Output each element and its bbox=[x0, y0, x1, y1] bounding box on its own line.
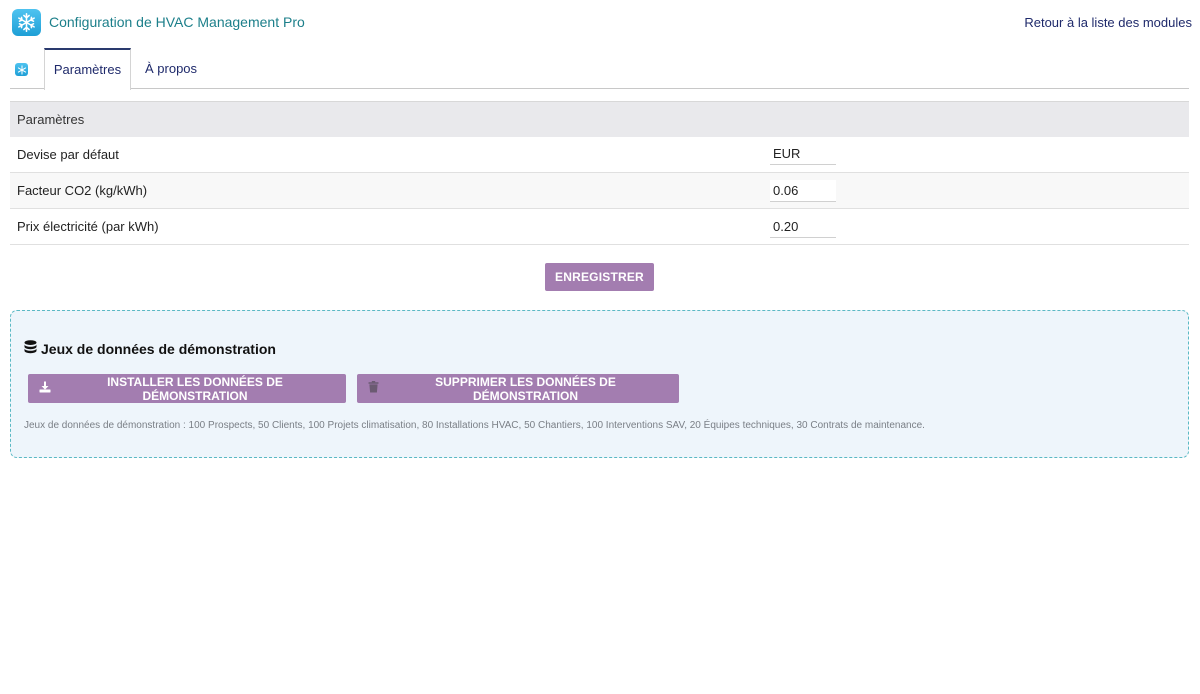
snowflake-icon bbox=[15, 63, 28, 76]
electricity-price-input[interactable] bbox=[770, 215, 836, 238]
demo-data-title: Jeux de données de démonstration bbox=[24, 340, 276, 358]
tab-parametres[interactable]: Paramètres bbox=[44, 48, 131, 90]
database-icon bbox=[24, 340, 37, 358]
settings-row-currency: Devise par défaut bbox=[10, 136, 1189, 173]
settings-row-electricity-price: Prix électricité (par kWh) bbox=[10, 208, 1189, 245]
tab-bar: Paramètres À propos bbox=[10, 48, 1189, 90]
currency-label: Devise par défaut bbox=[10, 136, 770, 173]
back-to-modules-link[interactable]: Retour à la liste des modules bbox=[1024, 15, 1192, 30]
co2-factor-label: Facteur CO2 (kg/kWh) bbox=[10, 172, 770, 209]
settings-section-title: Paramètres bbox=[10, 101, 1189, 137]
demo-data-panel: Jeux de données de démonstration INSTALL… bbox=[10, 310, 1189, 458]
settings-table: Paramètres Devise par défaut Facteur CO2… bbox=[10, 101, 1189, 245]
page-title: Configuration de HVAC Management Pro bbox=[49, 14, 305, 30]
page-header: Configuration de HVAC Management Pro Ret… bbox=[12, 8, 1192, 38]
settings-row-co2-factor: Facteur CO2 (kg/kWh) bbox=[10, 172, 1189, 209]
delete-demo-data-label: SUPPRIMER LES DONNÉES DE DÉMONSTRATION bbox=[435, 374, 616, 403]
settings-section-header: Paramètres bbox=[10, 101, 1189, 137]
trash-icon bbox=[368, 381, 379, 396]
tab-a-propos[interactable]: À propos bbox=[145, 48, 197, 89]
save-button[interactable]: ENREGISTRER bbox=[545, 263, 654, 291]
download-icon bbox=[39, 381, 51, 396]
currency-input[interactable] bbox=[770, 143, 836, 166]
demo-data-title-text: Jeux de données de démonstration bbox=[41, 341, 276, 357]
snowflake-icon bbox=[12, 9, 41, 36]
co2-factor-input[interactable] bbox=[770, 179, 836, 202]
demo-data-description: Jeux de données de démonstration : 100 P… bbox=[24, 420, 925, 431]
install-demo-data-label: INSTALLER LES DONNÉES DE DÉMONSTRATION bbox=[107, 374, 283, 403]
install-demo-data-button[interactable]: INSTALLER LES DONNÉES DE DÉMONSTRATION bbox=[28, 374, 346, 403]
delete-demo-data-button[interactable]: SUPPRIMER LES DONNÉES DE DÉMONSTRATION bbox=[357, 374, 679, 403]
electricity-price-label: Prix électricité (par kWh) bbox=[10, 208, 770, 245]
